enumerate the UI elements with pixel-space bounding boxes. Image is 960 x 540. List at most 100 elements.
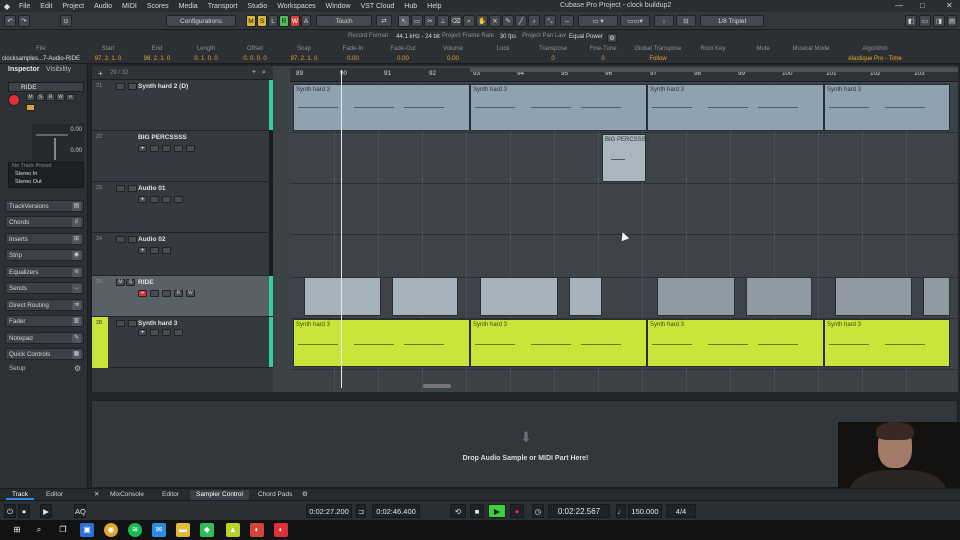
track-record-button[interactable]: ● bbox=[138, 329, 147, 336]
aq-button[interactable]: AQ bbox=[74, 504, 86, 518]
midi-part[interactable]: Synth hard 3 bbox=[293, 84, 470, 131]
menu-help[interactable]: Help bbox=[422, 3, 446, 10]
audio-event[interactable] bbox=[304, 277, 381, 316]
cycle-toggle-icon[interactable]: ⊐ bbox=[356, 504, 366, 518]
automation-mode-dropdown[interactable]: Touch bbox=[316, 15, 372, 27]
time-signature-display[interactable]: 4/4 bbox=[666, 504, 696, 518]
left-locator[interactable]: 0:02:27.200 bbox=[306, 504, 352, 518]
track-row-selected[interactable]: 25 RIDE M S ● R W bbox=[92, 276, 274, 317]
track-record-button[interactable]: ● bbox=[138, 145, 147, 152]
grid-type-dropdown[interactable]: ▭ ▾ bbox=[578, 15, 618, 27]
track-write-button[interactable] bbox=[174, 196, 183, 203]
section-equalizers[interactable]: Equalizers ≋ bbox=[5, 266, 84, 278]
cycle-button[interactable]: ⟲ bbox=[450, 504, 466, 518]
quantize-dropdown[interactable]: 1/8 Triplet bbox=[700, 15, 764, 27]
pan-value[interactable]: 0.00 bbox=[70, 148, 82, 154]
track-record-button[interactable]: ● bbox=[138, 196, 147, 203]
taskbar-search-icon[interactable]: ⌕ bbox=[32, 523, 46, 537]
track-mute-button[interactable] bbox=[116, 185, 125, 192]
windows-start-icon[interactable]: ⊞ bbox=[10, 523, 24, 537]
track-read-button[interactable] bbox=[162, 329, 171, 336]
menu-vst-cloud[interactable]: VST Cloud bbox=[356, 3, 400, 10]
quantize-apply-icon[interactable]: ⊟ bbox=[676, 15, 696, 27]
section-strip[interactable]: Strip ◉ bbox=[5, 249, 84, 261]
audio-event[interactable] bbox=[569, 277, 602, 316]
track-record-button[interactable]: ● bbox=[138, 290, 147, 297]
menu-workspaces[interactable]: Workspaces bbox=[272, 3, 320, 10]
track-row[interactable]: 28 Synth hard 3 ● bbox=[92, 317, 274, 368]
snap-to-zero-icon[interactable]: ↕ bbox=[654, 15, 674, 27]
cycle-range[interactable] bbox=[470, 68, 958, 72]
tempo-display[interactable]: 150.000 bbox=[628, 504, 662, 518]
menu-audio[interactable]: Audio bbox=[89, 3, 117, 10]
configurations-dropdown[interactable]: Configurations bbox=[166, 15, 236, 27]
maximize-button[interactable]: □ bbox=[920, 1, 925, 10]
tab-inspector[interactable]: Inspector bbox=[8, 66, 40, 76]
section-inserts[interactable]: Inserts ⊞ bbox=[5, 233, 84, 245]
track-monitor-button[interactable] bbox=[150, 145, 159, 152]
play-button[interactable]: ▶ bbox=[488, 504, 506, 518]
undo-icon[interactable]: ↶ bbox=[4, 15, 16, 27]
monitor-button[interactable] bbox=[26, 104, 35, 111]
chrome-icon[interactable]: ◉ bbox=[104, 523, 118, 537]
menu-hub[interactable]: Hub bbox=[399, 3, 422, 10]
grid-dropdown[interactable]: ▭▭▾ bbox=[620, 15, 650, 27]
volume-value[interactable]: 0.00 bbox=[70, 127, 82, 133]
file-explorer-icon[interactable]: ▬ bbox=[176, 523, 190, 537]
audio-event[interactable] bbox=[480, 277, 558, 316]
a-button[interactable]: A bbox=[301, 15, 311, 27]
midi-part[interactable]: Synth hard 3 bbox=[293, 319, 470, 367]
track-monitor-button[interactable] bbox=[150, 247, 159, 254]
tab-track[interactable]: Track bbox=[6, 490, 35, 500]
show-lower-zone-icon[interactable]: ▭ bbox=[919, 15, 931, 27]
cubase-logo-icon[interactable]: ◆ bbox=[0, 0, 14, 12]
mail-icon[interactable]: ✉ bbox=[152, 523, 166, 537]
track-mute-button[interactable]: M bbox=[116, 279, 125, 286]
fader-track[interactable] bbox=[54, 138, 56, 160]
setup-gear-icon[interactable]: ⚙ bbox=[74, 364, 81, 373]
tab-sampler-control[interactable]: Sampler Control bbox=[190, 490, 249, 500]
menu-transport[interactable]: Transport bbox=[203, 3, 243, 10]
menu-media[interactable]: Media bbox=[174, 3, 203, 10]
split-tool-icon[interactable]: ✂ bbox=[424, 15, 436, 27]
event-display[interactable]: 89 90 91 92 93 94 95 96 97 98 99 100 101… bbox=[273, 66, 958, 392]
midi-part[interactable]: Synth hard 3 bbox=[647, 84, 824, 131]
track-solo-button[interactable] bbox=[128, 320, 137, 327]
tab-editor-left[interactable]: Editor bbox=[40, 490, 69, 500]
glue-tool-icon[interactable]: ⊥ bbox=[437, 15, 449, 27]
track-preset[interactable]: No Track Preset bbox=[9, 163, 83, 171]
solo-state-button[interactable]: S bbox=[257, 15, 267, 27]
object-selection-tool-icon[interactable]: ↖ bbox=[398, 15, 410, 27]
timeline-ruler[interactable]: 89 90 91 92 93 94 95 96 97 98 99 100 101… bbox=[290, 68, 958, 82]
line-tool-icon[interactable]: ╱ bbox=[515, 15, 527, 27]
play-tool-icon[interactable]: ♪ bbox=[528, 15, 540, 27]
track-solo-button[interactable] bbox=[128, 185, 137, 192]
info-value-length[interactable]: 0. 1. 0. 0 bbox=[181, 56, 231, 62]
snap-mode-icon[interactable]: ⇔ bbox=[560, 15, 574, 27]
info-value-end[interactable]: 98. 2. 1. 0 bbox=[132, 56, 182, 62]
track-name[interactable]: Synth hard 3 bbox=[138, 320, 177, 327]
menu-project[interactable]: Project bbox=[57, 3, 89, 10]
hand-tool-icon[interactable]: ✋ bbox=[476, 15, 488, 27]
layout-icon[interactable]: ▤ bbox=[947, 15, 957, 27]
stop-button[interactable]: ■ bbox=[470, 504, 484, 518]
audio-event[interactable] bbox=[835, 277, 912, 316]
close-lower-zone-icon[interactable]: ✕ bbox=[88, 490, 105, 500]
info-track-name[interactable]: clocksamples...7-Audio-RIDE bbox=[2, 56, 92, 62]
record-status-icon[interactable]: ● bbox=[18, 504, 30, 518]
info-value-algorithm[interactable]: élastique Pro - Time bbox=[835, 56, 915, 62]
track-name[interactable]: Audio 02 bbox=[138, 236, 165, 243]
track-name[interactable]: Audio 01 bbox=[138, 185, 165, 192]
info-value-fade-out[interactable]: 0.00 bbox=[378, 56, 428, 62]
section-sends[interactable]: Sends → bbox=[5, 282, 84, 294]
track-monitor-button[interactable] bbox=[150, 196, 159, 203]
audio-event[interactable] bbox=[923, 277, 950, 316]
track-record-button[interactable]: ● bbox=[138, 247, 147, 254]
midi-part[interactable]: BIG PERCSSSS bbox=[602, 134, 650, 182]
track-monitor-button[interactable] bbox=[128, 83, 137, 90]
lane-audio-01[interactable] bbox=[290, 184, 958, 235]
info-value-global-transpose[interactable]: Follow bbox=[628, 56, 688, 62]
section-chords[interactable]: Chords ♯ bbox=[5, 216, 84, 228]
section-trackversions[interactable]: TrackVersions ▤ bbox=[5, 200, 84, 212]
menu-file[interactable]: File bbox=[14, 3, 35, 10]
